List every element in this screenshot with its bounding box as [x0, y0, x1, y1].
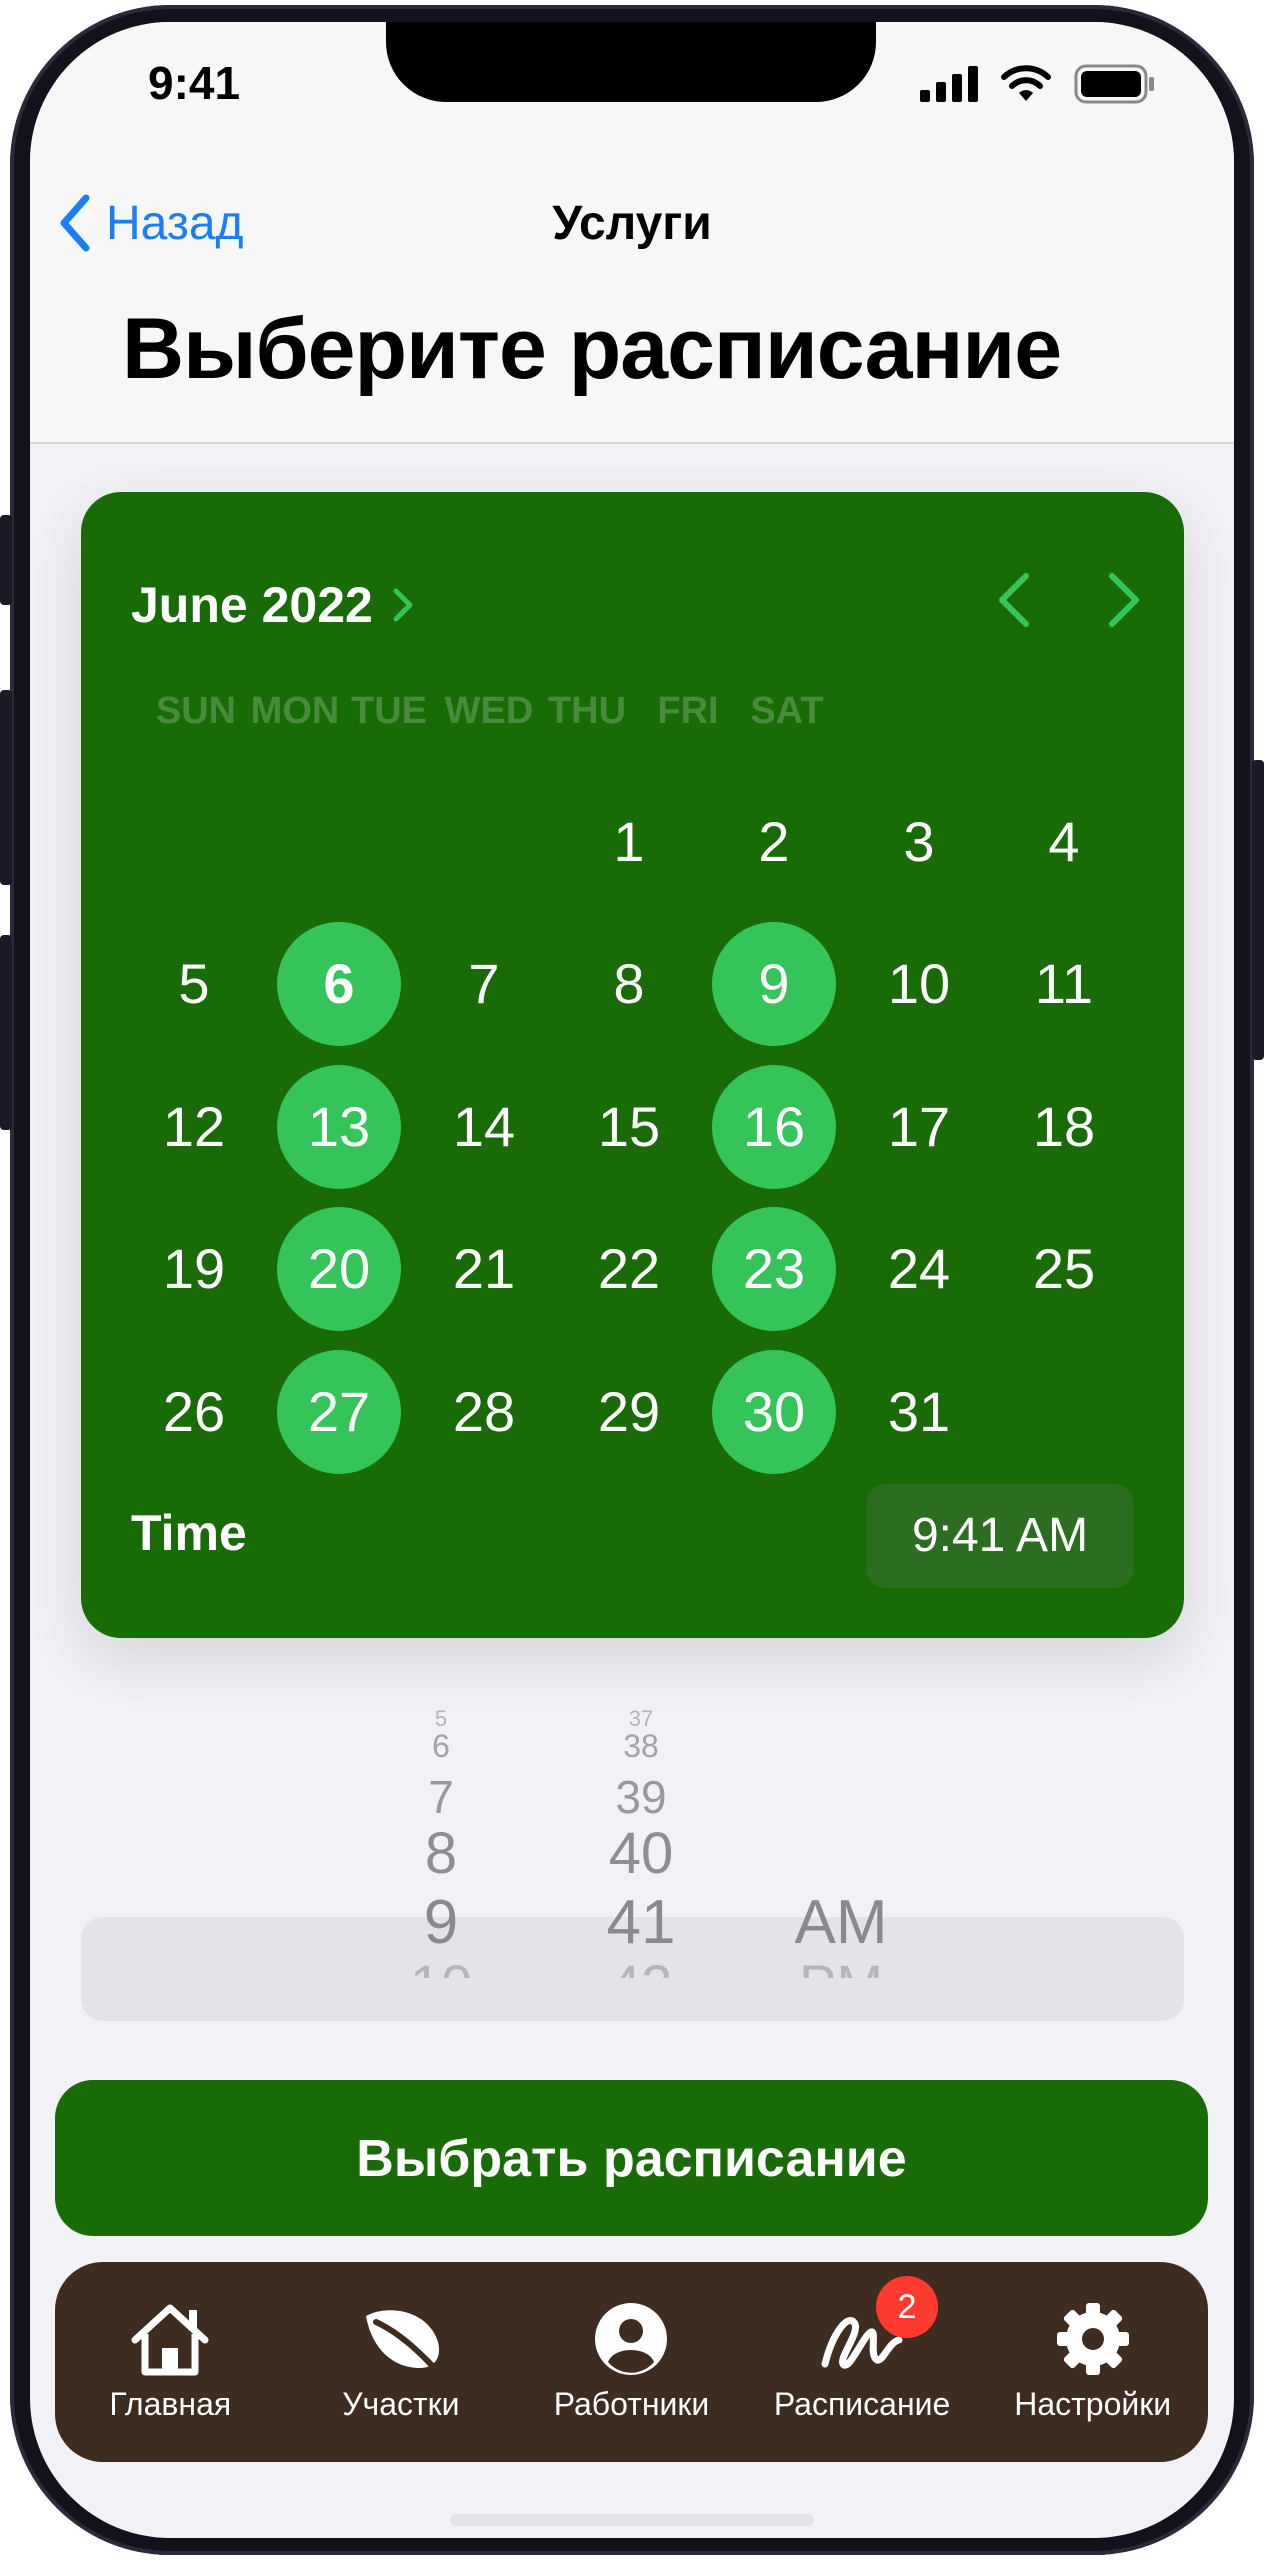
calendar-day[interactable]: 4: [1002, 780, 1126, 904]
tab-plots[interactable]: Участки: [291, 2302, 511, 2423]
wheel-hour[interactable]: 10: [391, 1952, 491, 1978]
calendar-day[interactable]: 19: [132, 1207, 256, 1331]
screen: 9:41 Назад Услуги Выберите расписание Ju…: [30, 22, 1234, 2538]
calendar-day[interactable]: 20: [277, 1207, 401, 1331]
wifi-icon: [1001, 65, 1051, 101]
side-button-mute: [0, 515, 12, 605]
nav-title: Услуги: [552, 197, 712, 250]
side-button-volume-up: [0, 690, 12, 885]
tab-settings-label: Настройки: [1014, 2385, 1172, 2422]
month-selector[interactable]: June 2022: [131, 576, 415, 634]
chevron-right-icon: [393, 588, 413, 622]
time-picker-wheel[interactable]: 5678910373839404142AMPM: [81, 1682, 1184, 2072]
calendar-day[interactable]: 1: [567, 780, 691, 904]
wheel-minute[interactable]: 39: [581, 1770, 701, 1824]
calendar-day[interactable]: 3: [857, 780, 981, 904]
calendar-day[interactable]: 6: [277, 922, 401, 1046]
leaf-icon: [365, 2309, 443, 2376]
calendar-day[interactable]: 18: [1002, 1065, 1126, 1189]
status-bar: 9:41: [30, 22, 1234, 152]
navigation-bar: Назад Услуги Выберите расписание: [30, 152, 1234, 444]
prev-month-icon[interactable]: [994, 570, 1034, 630]
side-button-power: [1252, 760, 1264, 1060]
status-time: 9:41: [148, 57, 241, 109]
time-label: Time: [131, 1505, 247, 1561]
tab-home[interactable]: Главная: [60, 2302, 280, 2423]
calendar-day[interactable]: 5: [132, 922, 256, 1046]
calendar-day[interactable]: 16: [712, 1065, 836, 1189]
calendar-day[interactable]: 22: [567, 1207, 691, 1331]
calendar-day[interactable]: 21: [422, 1207, 546, 1331]
tab-settings[interactable]: Настройки: [983, 2302, 1203, 2423]
status-icons: [920, 64, 1156, 104]
battery-icon: [1074, 64, 1154, 104]
tab-home-label: Главная: [109, 2385, 232, 2422]
wheel-hour[interactable]: 9: [391, 1887, 491, 1958]
calendar-day[interactable]: 7: [422, 922, 546, 1046]
month-arrows: [994, 570, 1144, 630]
calendar-day[interactable]: 9: [712, 922, 836, 1046]
calendar-day[interactable]: 8: [567, 922, 691, 1046]
home-indicator: [450, 2514, 814, 2526]
calendar-day[interactable]: 12: [132, 1065, 256, 1189]
next-month-icon[interactable]: [1104, 570, 1144, 630]
month-label: June 2022: [131, 577, 373, 633]
tab-schedule-label: Расписание: [773, 2385, 951, 2422]
wheel-period[interactable]: AM: [771, 1887, 911, 1958]
tab-schedule[interactable]: 2 Расписание: [752, 2275, 972, 2423]
calendar-day[interactable]: 13: [277, 1065, 401, 1189]
wheel-minute[interactable]: 41: [581, 1887, 701, 1958]
wheel-minute[interactable]: 38: [581, 1728, 701, 1765]
schedule-badge: 2: [876, 2275, 939, 2338]
select-schedule-button[interactable]: Выбрать расписание: [55, 2080, 1208, 2236]
gear-icon: [1056, 2302, 1129, 2375]
calendar-day[interactable]: 29: [567, 1350, 691, 1474]
calendar-day[interactable]: 23: [712, 1207, 836, 1331]
calendar-day[interactable]: 28: [422, 1350, 546, 1474]
calendar-day[interactable]: 27: [277, 1350, 401, 1474]
tab-workers[interactable]: Работники: [521, 2302, 741, 2423]
calendar-day[interactable]: 25: [1002, 1207, 1126, 1331]
notch: [386, 22, 876, 102]
wheel-hour[interactable]: 7: [391, 1770, 491, 1824]
page-title: Выберите расписание: [122, 301, 1062, 397]
calendar-day[interactable]: 11: [1002, 922, 1126, 1046]
tab-workers-label: Работники: [553, 2385, 710, 2422]
wheel-minute[interactable]: 42: [581, 1952, 701, 1978]
wheel-hour[interactable]: 6: [391, 1728, 491, 1765]
calendar-day[interactable]: 24: [857, 1207, 981, 1331]
wheel-hour[interactable]: 8: [391, 1820, 491, 1887]
wheel-period[interactable]: PM: [771, 1952, 911, 1978]
calendar-day[interactable]: 31: [857, 1350, 981, 1474]
person-circle-icon: [595, 2302, 668, 2375]
signal-icon: [920, 66, 978, 102]
wheel-minute[interactable]: 40: [581, 1820, 701, 1887]
calendar-day[interactable]: 14: [422, 1065, 546, 1189]
calendar-card: June 2022 SUN MON TUE WED THU FRI SAT 12345678…: [81, 492, 1184, 1638]
side-button-volume-down: [0, 935, 12, 1130]
weekday-sat: SAT: [750, 690, 824, 732]
calendar-day[interactable]: 2: [712, 780, 836, 904]
calendar-day[interactable]: 15: [567, 1065, 691, 1189]
tab-plots-label: Участки: [342, 2385, 460, 2422]
calendar-day[interactable]: 30: [712, 1350, 836, 1474]
calendar-day[interactable]: 10: [857, 922, 981, 1046]
calendar-day[interactable]: 26: [132, 1350, 256, 1474]
home-icon: [131, 2304, 209, 2375]
tab-bar: Главная Участки Работники 2 Расписание Н…: [55, 2262, 1208, 2462]
calendar-day[interactable]: 17: [857, 1065, 981, 1189]
time-value-button[interactable]: 9:41 AM: [866, 1484, 1134, 1588]
